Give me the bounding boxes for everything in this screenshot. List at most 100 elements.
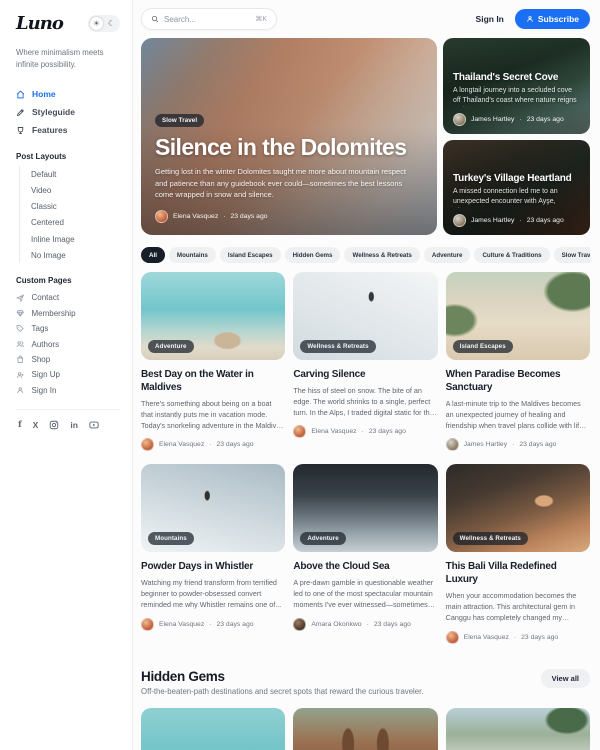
subscribe-button[interactable]: Subscribe bbox=[515, 9, 590, 29]
post-card[interactable]: Adventure Best Day on the Water in Maldi… bbox=[141, 272, 285, 451]
sidebar-item-membership[interactable]: Membership bbox=[16, 306, 120, 321]
sidebar-item-no-image[interactable]: No Image bbox=[31, 247, 120, 263]
nav-label: Styleguide bbox=[32, 107, 75, 117]
post-title: This Bali Villa Redefined Luxury bbox=[446, 560, 590, 586]
site-tagline: Where minimalism meets infinite possibil… bbox=[16, 47, 120, 71]
hero-author-meta: Elena Vasquez · 23 days ago bbox=[155, 210, 423, 223]
post-date: 23 days ago bbox=[216, 441, 253, 448]
author-name[interactable]: Elena Vasquez bbox=[464, 634, 509, 641]
filter-pill-mountains[interactable]: Mountains bbox=[169, 247, 216, 263]
post-tag-badge[interactable]: Adventure bbox=[148, 340, 194, 353]
sidebar-item-label: Authors bbox=[32, 340, 60, 349]
signin-icon bbox=[16, 386, 25, 395]
sidebar-item-sign-in[interactable]: Sign In bbox=[16, 383, 120, 398]
site-logo[interactable]: Luno bbox=[16, 13, 63, 34]
author-name[interactable]: Elena Vasquez bbox=[159, 441, 204, 448]
author-meta: James Hartley · 23 days ago bbox=[453, 214, 580, 227]
search-shortcut: ⌘K bbox=[255, 15, 267, 23]
post-tag-badge[interactable]: Adventure bbox=[300, 532, 346, 545]
post-title: Above the Cloud Sea bbox=[293, 560, 437, 573]
main-content: ⌘K Sign In Subscribe Slow Travel Silence… bbox=[133, 0, 600, 750]
author-name[interactable]: Elena Vasquez bbox=[173, 213, 218, 220]
sign-in-link[interactable]: Sign In bbox=[476, 14, 504, 24]
post-tag-badge[interactable]: Wellness & Retreats bbox=[453, 532, 528, 545]
filter-pill-hidden-gems[interactable]: Hidden Gems bbox=[285, 247, 341, 263]
x-icon[interactable]: X bbox=[33, 420, 39, 430]
filter-pill-all[interactable]: All bbox=[141, 247, 165, 263]
linkedin-icon[interactable]: in bbox=[70, 420, 78, 430]
hero-side-column: Thailand's Secret Cove A longtail journe… bbox=[443, 38, 590, 235]
author-meta: Elena Vasquez · 23 days ago bbox=[293, 425, 437, 438]
author-name[interactable]: James Hartley bbox=[471, 116, 514, 123]
post-card[interactable]: Hidden Gems bbox=[141, 708, 285, 750]
hero-post-card[interactable]: Slow Travel Silence in the Dolomites Get… bbox=[141, 38, 437, 235]
meta-separator: · bbox=[367, 621, 369, 628]
sidebar-item-contact[interactable]: Contact bbox=[16, 290, 120, 305]
author-name[interactable]: James Hartley bbox=[464, 441, 507, 448]
sidebar-item-label: Tags bbox=[32, 324, 49, 333]
sidebar-item-video[interactable]: Video bbox=[31, 182, 120, 198]
avatar bbox=[446, 438, 459, 451]
hidden-gems-grid: Hidden Gems Culture & Traditions Hidden … bbox=[141, 708, 590, 750]
view-all-button[interactable]: View all bbox=[541, 669, 590, 688]
nav-item-features[interactable]: Features bbox=[16, 121, 120, 139]
subscribe-label: Subscribe bbox=[538, 14, 579, 24]
post-tag-badge[interactable]: Mountains bbox=[148, 532, 194, 545]
hero-tag-badge[interactable]: Slow Travel bbox=[155, 114, 204, 127]
filter-pill-culture-traditions[interactable]: Culture & Traditions bbox=[474, 247, 549, 263]
sidebar-item-authors[interactable]: Authors bbox=[16, 336, 120, 351]
post-card[interactable]: Wellness & Retreats Carving Silence The … bbox=[293, 272, 437, 451]
author-name[interactable]: James Hartley bbox=[471, 217, 514, 224]
side-post-card[interactable]: Thailand's Secret Cove A longtail journe… bbox=[443, 38, 590, 134]
post-card[interactable]: Culture & Traditions bbox=[293, 708, 437, 750]
sidebar: Luno ☀ ☾ Where minimalism meets infinite… bbox=[0, 0, 133, 750]
theme-toggle[interactable]: ☀ ☾ bbox=[88, 15, 120, 32]
author-name[interactable]: Elena Vasquez bbox=[311, 428, 356, 435]
post-tag-badge[interactable]: Wellness & Retreats bbox=[300, 340, 375, 353]
section-title: Hidden Gems bbox=[141, 669, 423, 684]
post-card[interactable]: Adventure Above the Cloud Sea A pre-dawn… bbox=[293, 464, 437, 643]
author-name[interactable]: Amara Okonkwo bbox=[311, 621, 361, 628]
search-input[interactable] bbox=[164, 15, 250, 24]
post-excerpt: There's something about being on a boat … bbox=[141, 399, 285, 431]
nav-item-home[interactable]: Home bbox=[16, 85, 120, 103]
filter-pill-wellness-retreats[interactable]: Wellness & Retreats bbox=[344, 247, 419, 263]
section-subtitle: Off-the-beaten-path destinations and sec… bbox=[141, 687, 423, 696]
top-bar: ⌘K Sign In Subscribe bbox=[141, 0, 590, 30]
sidebar-item-centered[interactable]: Centered bbox=[31, 215, 120, 231]
custom-pages-heading: Custom Pages bbox=[16, 276, 120, 285]
sidebar-item-shop[interactable]: Shop bbox=[16, 352, 120, 367]
search-box[interactable]: ⌘K bbox=[141, 8, 277, 30]
sidebar-item-sign-up[interactable]: Sign Up bbox=[16, 367, 120, 382]
filter-pill-adventure[interactable]: Adventure bbox=[424, 247, 471, 263]
sidebar-item-inline-image[interactable]: Inline Image bbox=[31, 231, 120, 247]
social-links: f X in bbox=[16, 409, 120, 440]
sidebar-item-classic[interactable]: Classic bbox=[31, 199, 120, 215]
filter-pill-island-escapes[interactable]: Island Escapes bbox=[220, 247, 281, 263]
post-image: Mountains bbox=[141, 464, 285, 552]
nav-item-styleguide[interactable]: Styleguide bbox=[16, 103, 120, 121]
post-card[interactable]: Wellness & Retreats This Bali Villa Rede… bbox=[446, 464, 590, 643]
sidebar-item-default[interactable]: Default bbox=[31, 166, 120, 182]
instagram-icon[interactable] bbox=[49, 420, 59, 430]
sidebar-item-tags[interactable]: Tags bbox=[16, 321, 120, 336]
light-mode-icon[interactable]: ☀ bbox=[90, 17, 103, 30]
post-excerpt: A pre-dawn gamble in questionable weathe… bbox=[293, 578, 437, 610]
tag-filter-bar: All Mountains Island Escapes Hidden Gems… bbox=[141, 247, 590, 263]
author-name[interactable]: Elena Vasquez bbox=[159, 621, 204, 628]
author-meta: Elena Vasquez · 23 days ago bbox=[446, 631, 590, 644]
post-card[interactable]: Hidden Gems bbox=[446, 708, 590, 750]
side-post-card[interactable]: Turkey's Village Heartland A missed conn… bbox=[443, 140, 590, 236]
post-card[interactable]: Island Escapes When Paradise Becomes San… bbox=[446, 272, 590, 451]
post-title: Best Day on the Water in Maldives bbox=[141, 368, 285, 394]
features-icon bbox=[16, 126, 25, 135]
post-date: 23 days ago bbox=[519, 441, 556, 448]
youtube-icon[interactable] bbox=[89, 420, 99, 430]
post-layouts-list: Default Video Classic Centered Inline Im… bbox=[19, 166, 120, 263]
hero-excerpt: Getting lost in the winter Dolomites tau… bbox=[155, 166, 412, 201]
filter-pill-slow-travel[interactable]: Slow Travel bbox=[554, 247, 590, 263]
dark-mode-icon[interactable]: ☾ bbox=[105, 17, 118, 30]
facebook-icon[interactable]: f bbox=[18, 420, 22, 430]
post-tag-badge[interactable]: Island Escapes bbox=[453, 340, 513, 353]
post-card[interactable]: Mountains Powder Days in Whistler Watchi… bbox=[141, 464, 285, 643]
